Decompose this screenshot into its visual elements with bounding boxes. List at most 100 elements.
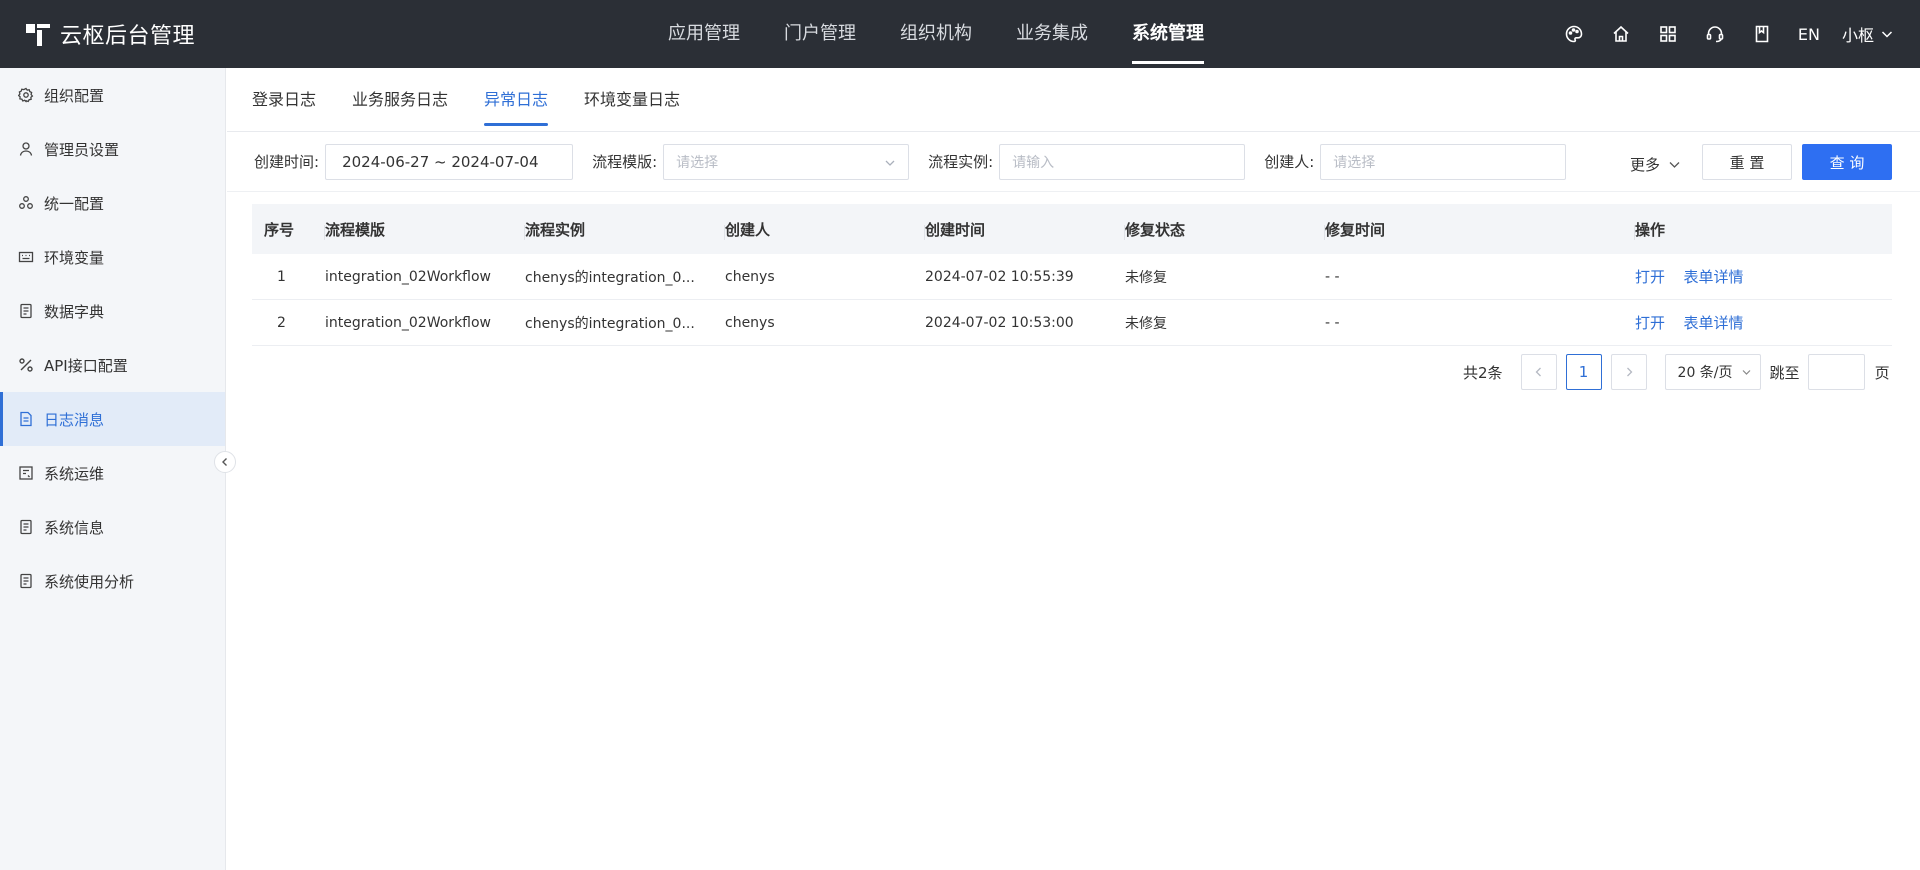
cell-fix-time: - - bbox=[1325, 314, 1340, 331]
book-icon[interactable] bbox=[1752, 24, 1772, 44]
sidebar-item-label: 系统运维 bbox=[44, 464, 105, 483]
created-time-label: 创建时间: bbox=[254, 153, 320, 171]
next-page-button[interactable] bbox=[1610, 354, 1647, 390]
chevron-down-icon bbox=[1742, 370, 1750, 375]
nav-portal-management[interactable]: 门户管理 bbox=[784, 0, 856, 68]
jump-to-label: 跳至 bbox=[1769, 363, 1800, 382]
cell-fix-status: 未修复 bbox=[1125, 269, 1167, 286]
column-header-fix-status: 修复状态 bbox=[1125, 219, 1325, 240]
brand-title: 云枢后台管理 bbox=[60, 24, 196, 49]
filter-bar: 创建时间: 2024-06-27 ~ 2024-07-04 流程模版: 请选择 … bbox=[227, 132, 1920, 192]
query-button[interactable]: 查 询 bbox=[1802, 144, 1892, 180]
sidebar-item-log-messages[interactable]: 日志消息 bbox=[0, 392, 225, 446]
chevron-left-icon bbox=[1535, 367, 1541, 377]
jump-page-input[interactable] bbox=[1807, 354, 1865, 390]
sidebar-item-label: 组织配置 bbox=[44, 86, 105, 105]
column-header-creator: 创建人 bbox=[725, 219, 925, 240]
brand[interactable]: 云枢后台管理 bbox=[26, 0, 195, 68]
sidebar-item-label: 管理员设置 bbox=[44, 140, 120, 159]
cell-creator: chenys bbox=[725, 314, 775, 331]
nav-system-management[interactable]: 系统管理 bbox=[1132, 0, 1204, 68]
nav-business-integration[interactable]: 业务集成 bbox=[1016, 0, 1088, 68]
sidebar-item-usage-analysis[interactable]: 系统使用分析 bbox=[0, 554, 225, 608]
template-select[interactable]: 请选择 bbox=[663, 143, 910, 180]
sidebar-item-admin-settings[interactable]: 管理员设置 bbox=[0, 122, 225, 176]
form-detail-link[interactable]: 表单详情 bbox=[1683, 268, 1743, 286]
instance-input[interactable]: 请输入 bbox=[999, 143, 1246, 180]
cell-created-time: 2024-07-02 10:55:39 bbox=[925, 268, 1074, 285]
sidebar-item-label: API接口配置 bbox=[44, 356, 128, 375]
created-time-range-input[interactable]: 2024-06-27 ~ 2024-07-04 bbox=[325, 143, 574, 180]
user-menu[interactable]: 小枢 bbox=[1842, 22, 1894, 46]
prev-page-button[interactable] bbox=[1520, 354, 1557, 390]
created-time-range-value: 2024-06-27 ~ 2024-07-04 bbox=[342, 152, 539, 171]
cell-instance: chenys的integration_0... bbox=[525, 315, 695, 332]
apps-grid-icon[interactable] bbox=[1658, 24, 1678, 44]
nav-app-management[interactable]: 应用管理 bbox=[668, 0, 740, 68]
table-row: 2 integration_02Workflow chenys的integrat… bbox=[252, 300, 1892, 346]
log-tabs: 登录日志 业务服务日志 异常日志 环境变量日志 bbox=[227, 68, 1920, 132]
cell-fix-time: - - bbox=[1325, 268, 1340, 285]
column-header-template: 流程模版 bbox=[325, 219, 525, 240]
sidebar-item-api-config[interactable]: API接口配置 bbox=[0, 338, 225, 392]
cell-index: 2 bbox=[277, 314, 286, 331]
brand-logo-icon bbox=[26, 22, 50, 46]
sidebar-item-unified-config[interactable]: 统一配置 bbox=[0, 176, 225, 230]
cell-fix-status: 未修复 bbox=[1125, 315, 1167, 332]
page-number-button[interactable]: 1 bbox=[1565, 354, 1602, 390]
nav-organization[interactable]: 组织机构 bbox=[900, 0, 972, 68]
page-size-value: 20 条/页 bbox=[1677, 365, 1733, 381]
page-size-select[interactable]: 20 条/页 bbox=[1664, 354, 1761, 390]
creator-select[interactable]: 请选择 bbox=[1320, 143, 1567, 180]
top-header: 云枢后台管理 应用管理 门户管理 组织机构 业务集成 系统管理 EN 小枢 bbox=[0, 0, 1920, 68]
info-doc-icon bbox=[18, 519, 34, 535]
chevron-down-icon bbox=[1881, 31, 1893, 38]
keyboard-icon bbox=[18, 249, 34, 265]
tab-env-variable-log[interactable]: 环境变量日志 bbox=[584, 68, 680, 132]
more-filters-toggle[interactable]: 更多 bbox=[1630, 154, 1681, 175]
sidebar-item-org-config[interactable]: 组织配置 bbox=[0, 68, 225, 122]
more-filters-label: 更多 bbox=[1630, 156, 1661, 174]
cell-actions: 打开 表单详情 bbox=[1635, 312, 1892, 333]
sidebar: 组织配置 管理员设置 统一配置 环境变量 数据字典 API接口配置 日志消息 系… bbox=[0, 68, 226, 870]
chevron-left-icon bbox=[222, 458, 227, 466]
tab-login-log[interactable]: 登录日志 bbox=[252, 68, 316, 132]
language-switch[interactable]: EN bbox=[1798, 25, 1820, 44]
sidebar-item-system-info[interactable]: 系统信息 bbox=[0, 500, 225, 554]
reset-button[interactable]: 重 置 bbox=[1702, 144, 1792, 180]
document-icon bbox=[18, 303, 34, 319]
cell-index: 1 bbox=[277, 268, 286, 285]
pagination-total: 共2条 bbox=[1463, 363, 1503, 382]
sidebar-item-label: 日志消息 bbox=[44, 410, 105, 429]
cell-actions: 打开 表单详情 bbox=[1635, 266, 1892, 287]
sidebar-item-data-dictionary[interactable]: 数据字典 bbox=[0, 284, 225, 338]
tab-business-service-log[interactable]: 业务服务日志 bbox=[352, 68, 448, 132]
cell-instance: chenys的integration_0... bbox=[525, 269, 695, 286]
cell-template: integration_02Workflow bbox=[325, 268, 492, 285]
tab-exception-log[interactable]: 异常日志 bbox=[484, 68, 549, 132]
home-icon[interactable] bbox=[1611, 24, 1631, 44]
api-icon bbox=[18, 357, 34, 373]
column-header-actions: 操作 bbox=[1635, 220, 1666, 239]
open-link[interactable]: 打开 bbox=[1635, 268, 1665, 286]
sidebar-item-label: 环境变量 bbox=[44, 248, 105, 267]
column-header-fix-time: 修复时间 bbox=[1325, 219, 1635, 240]
table-header: 序号 流程模版 流程实例 创建人 创建时间 修复状态 修复时间 操作 bbox=[252, 204, 1892, 254]
form-detail-link[interactable]: 表单详情 bbox=[1683, 314, 1743, 332]
headset-icon[interactable] bbox=[1705, 24, 1725, 44]
chevron-down-icon bbox=[1669, 162, 1680, 168]
chevron-down-icon bbox=[885, 160, 895, 166]
top-nav: 应用管理 门户管理 组织机构 业务集成 系统管理 bbox=[668, 0, 1248, 68]
open-link[interactable]: 打开 bbox=[1635, 314, 1665, 332]
user-icon bbox=[18, 141, 34, 157]
creator-select-placeholder: 请选择 bbox=[1333, 154, 1376, 171]
user-name: 小枢 bbox=[1841, 26, 1874, 45]
cell-template: integration_02Workflow bbox=[325, 314, 492, 331]
sidebar-collapse-button[interactable] bbox=[214, 451, 236, 473]
column-header-created-time: 创建时间 bbox=[925, 219, 1125, 240]
sidebar-item-label: 系统使用分析 bbox=[44, 572, 135, 591]
palette-icon[interactable] bbox=[1564, 24, 1584, 44]
sidebar-item-system-ops[interactable]: 系统运维 bbox=[0, 446, 225, 500]
sidebar-item-label: 统一配置 bbox=[44, 194, 105, 213]
sidebar-item-env-variables[interactable]: 环境变量 bbox=[0, 230, 225, 284]
